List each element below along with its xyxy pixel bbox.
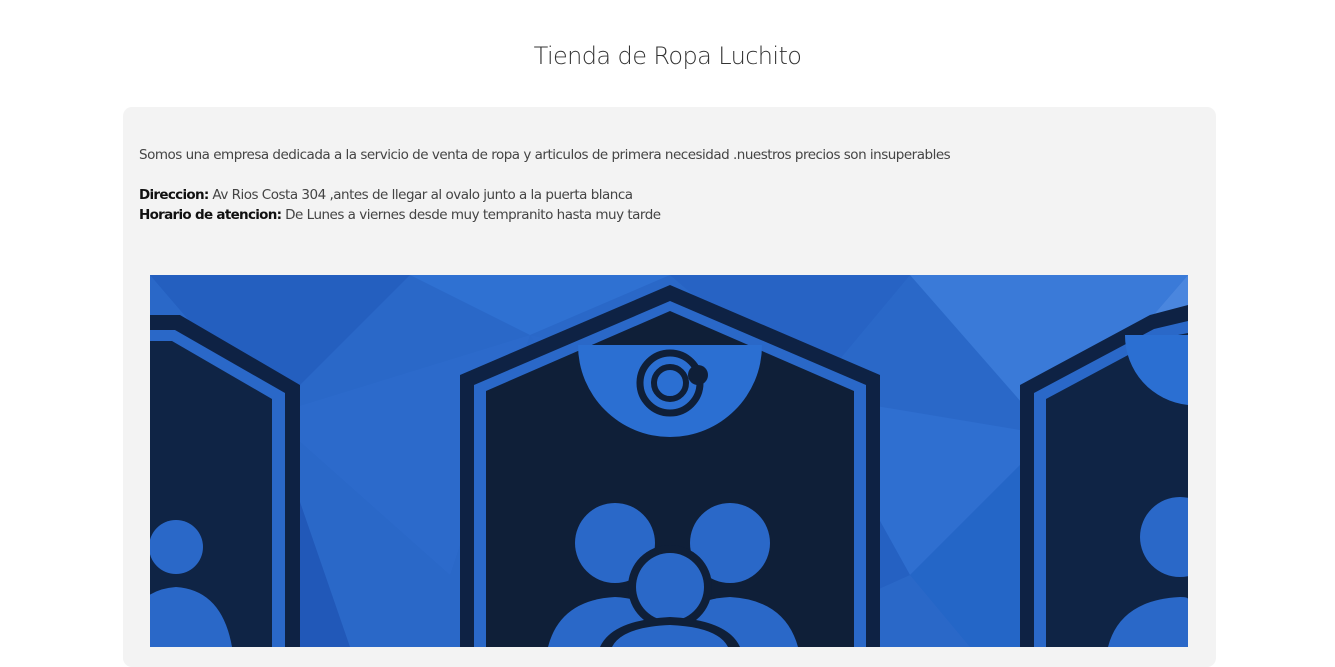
- store-info-card: Somos una empresa dedicada a la servicio…: [123, 107, 1216, 667]
- address-line: Direccion: Av Rios Costa 304 ,antes de l…: [139, 187, 633, 203]
- hours-label: Horario de atencion:: [139, 207, 282, 223]
- page-title: Tienda de Ropa Luchito: [533, 42, 802, 70]
- store-description: Somos una empresa dedicada a la servicio…: [139, 147, 951, 163]
- address-value: Av Rios Costa 304 ,antes de llegar al ov…: [208, 187, 633, 203]
- hours-line: Horario de atencion: De Lunes a viernes …: [139, 207, 661, 223]
- hours-value: De Lunes a viernes desde muy tempranito …: [281, 207, 661, 223]
- address-label: Direccion:: [139, 187, 209, 203]
- team-banner-image: [150, 275, 1188, 647]
